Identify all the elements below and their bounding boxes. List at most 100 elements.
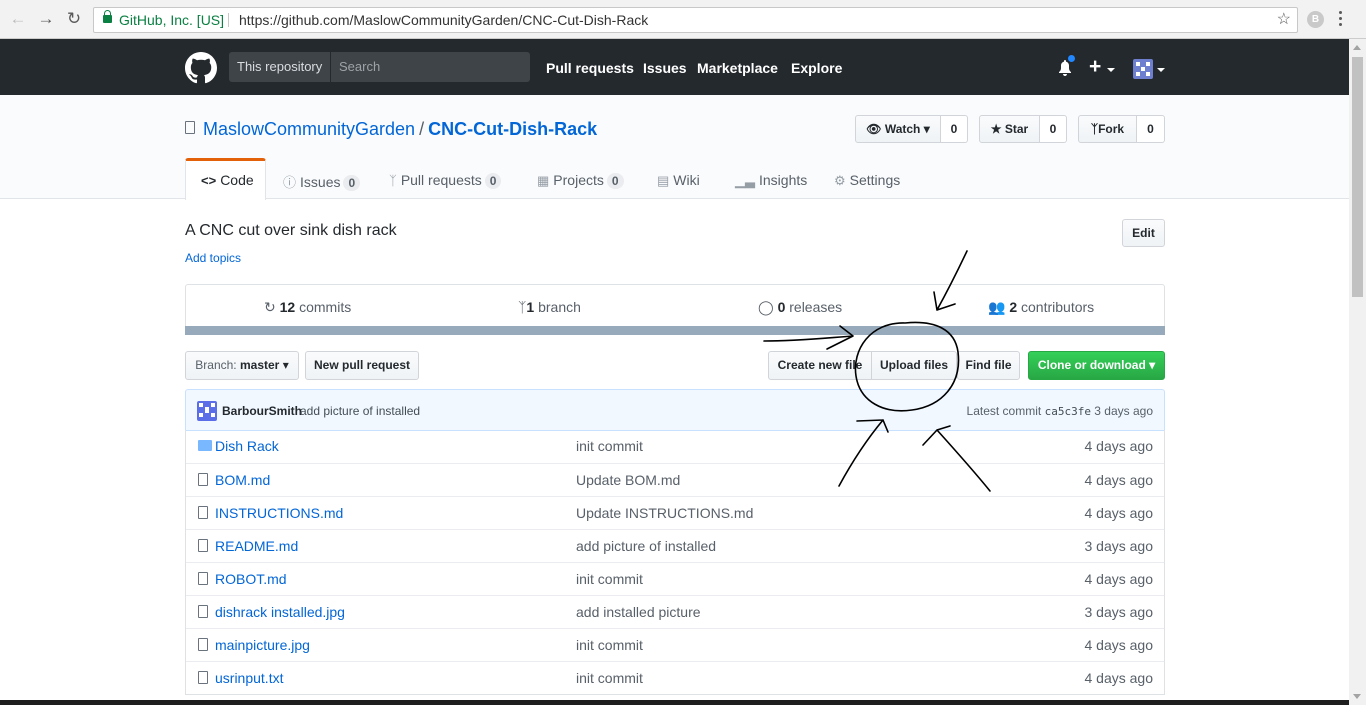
table-row: mainpicture.jpg init commit 4 days ago <box>186 628 1164 661</box>
contributors-summary[interactable]: 👥 2 contributors <box>988 299 1094 316</box>
tab-issues[interactable]: ⓘ Issues 0 <box>283 158 361 199</box>
bookmark-star-icon[interactable]: ☆ <box>1277 8 1291 32</box>
repo-icon <box>185 121 195 134</box>
avatar-caret-icon[interactable] <box>1157 68 1165 72</box>
latest-commit-info: Latest commit ca5c3fe 3 days ago <box>967 404 1153 418</box>
branch-summary[interactable]: ᛉ1 branch <box>518 299 581 315</box>
file-icon <box>198 473 208 486</box>
file-commit-message[interactable]: Update INSTRUCTIONS.md <box>576 505 753 521</box>
back-arrow-icon[interactable]: ← <box>8 9 28 29</box>
file-name-link[interactable]: Dish Rack <box>215 438 279 454</box>
people-icon: 👥 <box>988 299 1006 315</box>
file-icon <box>198 506 208 519</box>
commit-author[interactable]: BarbourSmith <box>222 404 302 418</box>
tab-projects-counter: 0 <box>606 173 624 189</box>
file-icon <box>198 638 208 651</box>
tab-code[interactable]: <> Code <box>185 158 266 200</box>
tab-wiki[interactable]: ▤ Wiki <box>657 158 700 199</box>
scroll-down-arrow-icon[interactable] <box>1353 694 1361 699</box>
table-row: BOM.md Update BOM.md 4 days ago <box>186 463 1164 496</box>
latest-commit-prefix: Latest commit <box>966 404 1042 418</box>
tab-issues-counter: 0 <box>343 175 361 191</box>
file-commit-message[interactable]: init commit <box>576 637 643 653</box>
edit-description-button[interactable]: Edit <box>1122 219 1165 247</box>
clone-download-button[interactable]: Clone or download ▾ <box>1028 351 1165 380</box>
taskbar-strip <box>0 700 1349 705</box>
forward-arrow-icon[interactable]: → <box>36 9 56 29</box>
author-avatar[interactable] <box>197 401 217 421</box>
book-icon: ▤ <box>657 173 670 188</box>
file-name-link[interactable]: usrinput.txt <box>215 670 283 686</box>
file-commit-message[interactable]: init commit <box>576 571 643 587</box>
file-name-link[interactable]: README.md <box>215 538 298 554</box>
reload-icon[interactable]: ↻ <box>64 9 84 29</box>
folder-icon <box>198 440 212 451</box>
url-text[interactable]: https://github.com/MaslowCommunityGarden… <box>239 8 648 32</box>
star-icon: ★ <box>990 122 1002 136</box>
file-age: 3 days ago <box>1084 538 1154 554</box>
file-name-link[interactable]: dishrack installed.jpg <box>215 604 345 620</box>
repo-owner-link[interactable]: MaslowCommunityGarden <box>203 119 415 139</box>
tab-wiki-label: Wiki <box>673 172 700 188</box>
file-name-link[interactable]: INSTRUCTIONS.md <box>215 505 343 521</box>
user-avatar[interactable] <box>1133 59 1153 79</box>
add-topics-link[interactable]: Add topics <box>185 251 241 265</box>
watch-count[interactable]: 0 <box>941 115 968 143</box>
scroll-up-arrow-icon[interactable] <box>1353 45 1361 50</box>
file-commit-message[interactable]: Update BOM.md <box>576 472 680 488</box>
file-name-link[interactable]: BOM.md <box>215 472 270 488</box>
nav-issues[interactable]: Issues <box>643 60 687 76</box>
file-age: 3 days ago <box>1084 604 1154 620</box>
fork-button[interactable]: ᛉFork <box>1078 115 1137 143</box>
table-row: INSTRUCTIONS.md Update INSTRUCTIONS.md 4… <box>186 496 1164 529</box>
file-commit-message[interactable]: add installed picture <box>576 604 701 620</box>
new-pull-request-button[interactable]: New pull request <box>305 351 419 380</box>
find-file-button[interactable]: Find file <box>957 351 1020 380</box>
scroll-thumb[interactable] <box>1352 57 1363 297</box>
gear-icon: ⚙ <box>834 173 846 188</box>
address-divider <box>228 13 229 27</box>
file-name-link[interactable]: mainpicture.jpg <box>215 637 310 653</box>
language-bar[interactable] <box>185 326 1165 335</box>
tab-insights[interactable]: ▁▃ Insights <box>735 158 807 199</box>
star-count[interactable]: 0 <box>1040 115 1067 143</box>
commit-message[interactable]: add picture of installed <box>300 404 420 418</box>
notification-dot-icon <box>1067 54 1076 63</box>
tab-pull-requests[interactable]: ᛉ Pull requests 0 <box>389 158 502 199</box>
branch-select[interactable]: Branch: master ▾ <box>185 351 299 380</box>
history-icon: ↻ <box>264 299 276 315</box>
star-button[interactable]: ★ Star <box>979 115 1040 143</box>
nav-marketplace[interactable]: Marketplace <box>697 60 778 76</box>
file-icon <box>198 671 208 684</box>
file-commit-message[interactable]: init commit <box>576 438 643 454</box>
file-commit-message[interactable]: init commit <box>576 670 643 686</box>
repo-name-link[interactable]: CNC-Cut-Dish-Rack <box>428 119 597 139</box>
menu-kebab-icon[interactable] <box>1339 11 1343 29</box>
latest-commit-bar: BarbourSmith add picture of installed La… <box>185 389 1165 431</box>
tab-issues-label: Issues <box>300 174 341 190</box>
commit-sha[interactable]: ca5c3fe <box>1045 405 1091 418</box>
clone-download-label: Clone or download <box>1037 358 1146 372</box>
create-new-file-button[interactable]: Create new file <box>768 351 872 380</box>
nav-pull-requests[interactable]: Pull requests <box>546 60 634 76</box>
address-bar[interactable]: GitHub, Inc. [US] https://github.com/Mas… <box>93 7 1298 33</box>
watch-button[interactable]: 👁 Watch ▾ <box>855 115 941 143</box>
profile-avatar[interactable]: B <box>1307 11 1324 28</box>
tab-settings[interactable]: ⚙ Settings <box>834 158 900 199</box>
nav-explore[interactable]: Explore <box>791 60 842 76</box>
upload-files-button[interactable]: Upload files <box>871 351 957 380</box>
file-name-link[interactable]: ROBOT.md <box>215 571 287 587</box>
fork-count[interactable]: 0 <box>1137 115 1165 143</box>
releases-summary[interactable]: ◯ 0 releases <box>758 299 842 316</box>
github-logo-icon[interactable] <box>185 52 217 84</box>
plus-icon[interactable]: + <box>1089 55 1101 79</box>
branch-prefix: Branch: <box>195 358 237 372</box>
vertical-scrollbar[interactable] <box>1349 39 1366 705</box>
commits-summary[interactable]: ↻ 12 commits <box>264 299 351 316</box>
file-icon <box>198 572 208 585</box>
tab-projects[interactable]: ▦ Projects 0 <box>537 158 624 199</box>
file-commit-message[interactable]: add picture of installed <box>576 538 716 554</box>
tag-icon: ◯ <box>758 299 774 315</box>
plus-caret-icon[interactable] <box>1107 68 1115 72</box>
search-input[interactable]: Search <box>331 52 530 82</box>
